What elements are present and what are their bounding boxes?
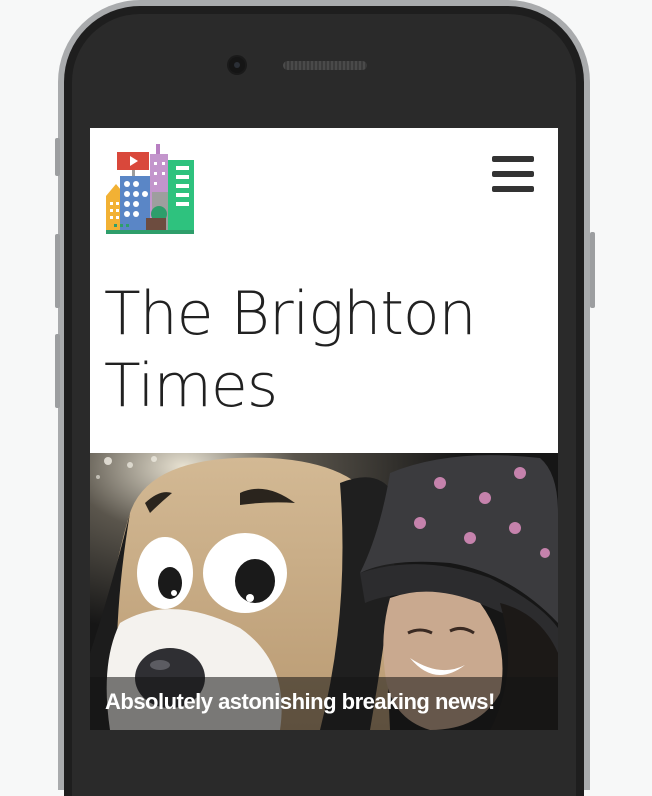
phone-volume-up-button <box>55 234 60 308</box>
menu-bar-middle <box>492 171 534 177</box>
front-camera <box>229 57 245 73</box>
hero-caption-headline[interactable]: Absolutely astonishing breaking news! <box>105 689 495 715</box>
phone-volume-down-button <box>55 334 60 408</box>
menu-bar-bottom <box>492 186 534 192</box>
hero-caption-bar[interactable]: Absolutely astonishing breaking news! <box>90 677 558 730</box>
menu-bar-top <box>492 156 534 162</box>
phone-power-button <box>590 232 595 308</box>
phone-screen: The Brighton Times Absolutely astonishin… <box>90 128 558 730</box>
site-title: The Brighton Times <box>104 279 477 421</box>
city-buildings-logo-icon[interactable] <box>106 144 196 236</box>
phone-silent-switch <box>55 138 60 176</box>
hamburger-menu-icon[interactable] <box>492 156 534 194</box>
earpiece-speaker <box>283 61 367 70</box>
